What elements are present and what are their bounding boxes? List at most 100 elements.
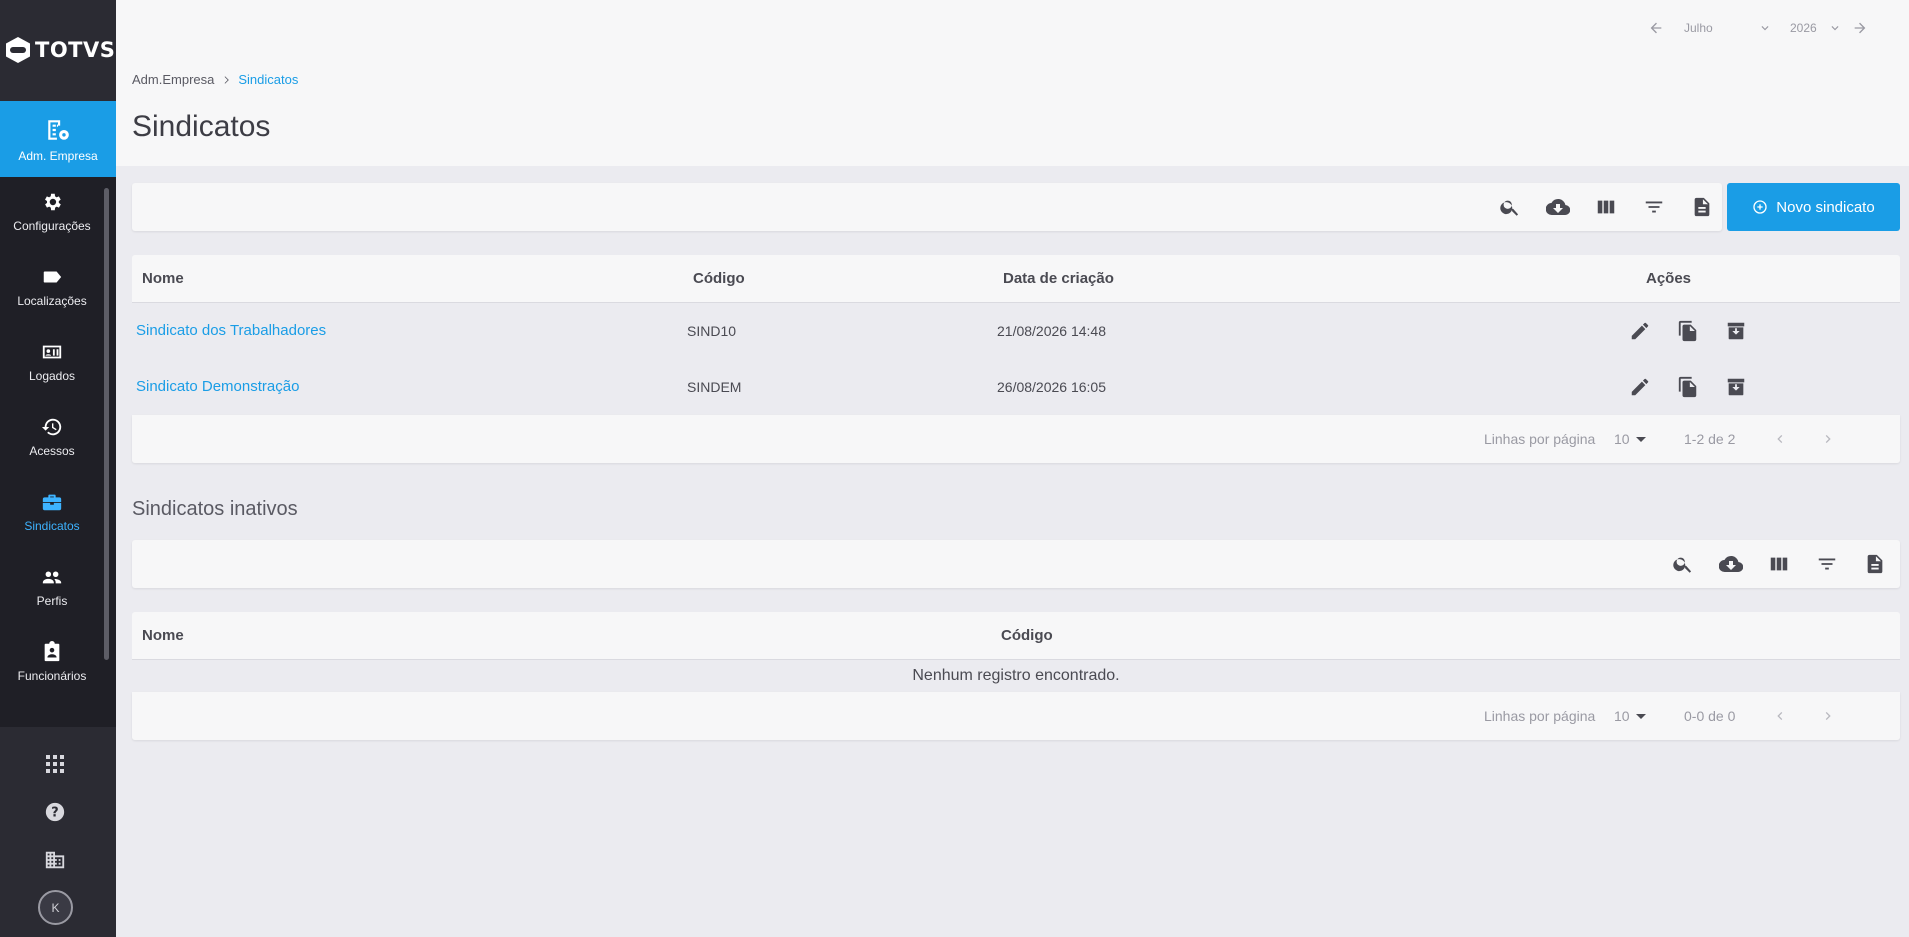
chevron-left-icon (1777, 435, 1783, 443)
copy-icon (1678, 320, 1697, 342)
prev-month-button[interactable] (1648, 18, 1664, 38)
column-nome[interactable]: Nome (142, 255, 184, 303)
rows-per-page-select[interactable]: 10 (1614, 692, 1646, 740)
search-button[interactable] (1498, 195, 1522, 219)
next-page-button[interactable] (1816, 427, 1840, 451)
column-acoes: Ações (1646, 270, 1692, 287)
inactive-table-toolbar (132, 540, 1900, 588)
chevron-down-icon (1831, 26, 1839, 31)
pagination: Linhas por página 10 0-0 de 0 (132, 692, 1900, 740)
chevron-right-icon (1825, 712, 1831, 720)
search-icon (1673, 557, 1692, 573)
rows-per-page-value: 10 (1614, 431, 1630, 447)
sidebar-item-label: Funcionários (17, 668, 87, 683)
filter-icon (1645, 201, 1663, 213)
sidebar-item-funcionarios[interactable]: Funcionários (0, 624, 104, 699)
rows-per-page-value: 10 (1614, 708, 1630, 724)
inactive-section-title: Sindicatos inativos (132, 498, 298, 520)
page-header: Julho 2026 (116, 0, 1909, 166)
help-button[interactable]: ? (38, 795, 72, 829)
edit-button[interactable] (1628, 375, 1652, 399)
module-adm-empresa[interactable]: Adm. Empresa (0, 101, 116, 185)
month-select[interactable]: Julho (1684, 18, 1772, 38)
user-avatar[interactable]: K (38, 890, 73, 925)
people-icon (42, 571, 62, 583)
sidebar-item-configuracoes[interactable]: Configurações (0, 174, 104, 249)
report-button[interactable] (1690, 195, 1714, 219)
sindicato-code: SIND10 (687, 323, 737, 339)
sidebar-item-label: Configurações (13, 218, 91, 233)
sindicato-code: SINDEM (687, 379, 742, 395)
inactive-sindicatos-table: Nome Código Nenhum registro encontrado. … (132, 612, 1900, 740)
download-button[interactable] (1546, 195, 1570, 219)
archive-icon (1727, 378, 1745, 396)
table-header: Nome Código (132, 612, 1900, 660)
sindicato-name-link[interactable]: Sindicato dos Trabalhadores (136, 303, 326, 359)
archive-button[interactable] (1724, 319, 1748, 343)
document-icon (1694, 197, 1710, 217)
sidebar-item-label: Sindicatos (24, 518, 80, 533)
help-icon: ? (45, 802, 65, 822)
empty-message: Nenhum registro encontrado. (132, 660, 1900, 692)
sindicato-date: 26/08/2026 16:05 (997, 379, 1106, 395)
columns-icon (1770, 557, 1788, 571)
sidebar-item-label: Logados (28, 368, 76, 383)
prev-page-button[interactable] (1768, 704, 1792, 728)
sidebar-item-localizacoes[interactable]: Localizações (0, 249, 104, 324)
search-button[interactable] (1671, 552, 1695, 576)
gear-icon (45, 193, 61, 210)
new-sindicato-button[interactable]: Novo sindicato (1727, 183, 1900, 231)
edit-button[interactable] (1628, 319, 1652, 343)
cloud-download-icon (1546, 198, 1570, 216)
columns-button[interactable] (1767, 552, 1791, 576)
rows-per-page-select[interactable]: 10 (1614, 415, 1646, 463)
totvs-logo[interactable]: TOTVS (5, 34, 115, 66)
apps-grid-button[interactable] (38, 747, 72, 781)
active-sindicatos-table: Nome Código Data de criação Ações Sindic… (132, 255, 1900, 463)
building-icon (45, 851, 65, 869)
sidebar-item-perfis[interactable]: Perfis (0, 549, 104, 624)
column-codigo[interactable]: Código (1001, 612, 1053, 660)
sidebar-item-logados[interactable]: Logados (0, 324, 104, 399)
svg-text:?: ? (51, 806, 58, 821)
sindicato-name-link[interactable]: Sindicato Demonstração (136, 359, 299, 415)
column-data-criacao[interactable]: Data de criação (1003, 255, 1114, 303)
caret-down-icon (1635, 714, 1646, 719)
copy-icon (1678, 376, 1697, 398)
search-icon (1500, 200, 1519, 216)
columns-button[interactable] (1594, 195, 1618, 219)
rows-per-page-label: Linhas por página (1484, 708, 1596, 724)
copy-button[interactable] (1676, 319, 1700, 343)
download-button[interactable] (1719, 552, 1743, 576)
filter-icon (1818, 558, 1836, 570)
pagination: Linhas por página 10 1-2 de 2 (132, 415, 1900, 463)
sidebar: TOTVS Adm. Empresa Configurações Localiz… (0, 0, 116, 937)
building-button[interactable] (38, 843, 72, 877)
sidebar-item-acessos[interactable]: Acessos (0, 399, 104, 474)
prev-page-button[interactable] (1768, 427, 1792, 451)
caret-down-icon (1635, 437, 1646, 442)
badge-icon (42, 345, 62, 358)
column-nome[interactable]: Nome (142, 612, 184, 660)
columns-icon (1597, 200, 1615, 214)
filter-button[interactable] (1642, 195, 1666, 219)
next-page-button[interactable] (1816, 704, 1840, 728)
column-codigo[interactable]: Código (693, 255, 745, 303)
sidebar-scrollbar[interactable] (104, 188, 109, 660)
clipboard-user-icon (44, 640, 60, 661)
year-select[interactable]: 2026 (1790, 18, 1842, 38)
next-month-button[interactable] (1852, 18, 1868, 38)
archive-button[interactable] (1724, 375, 1748, 399)
chevron-left-icon (1777, 712, 1783, 720)
filter-button[interactable] (1815, 552, 1839, 576)
chevron-right-icon (224, 75, 230, 84)
sidebar-item-sindicatos[interactable]: Sindicatos (0, 474, 104, 549)
pagination-range: 1-2 de 2 (1684, 431, 1736, 447)
history-icon (41, 418, 62, 435)
arrow-right-icon (1854, 22, 1866, 34)
report-button[interactable] (1863, 552, 1887, 576)
table-row: Sindicato Demonstração SINDEM 26/08/2026… (132, 359, 1900, 415)
totvs-hexagon-icon (6, 37, 30, 63)
breadcrumb-item-adm-empresa[interactable]: Adm.Empresa (132, 72, 214, 87)
copy-button[interactable] (1676, 375, 1700, 399)
